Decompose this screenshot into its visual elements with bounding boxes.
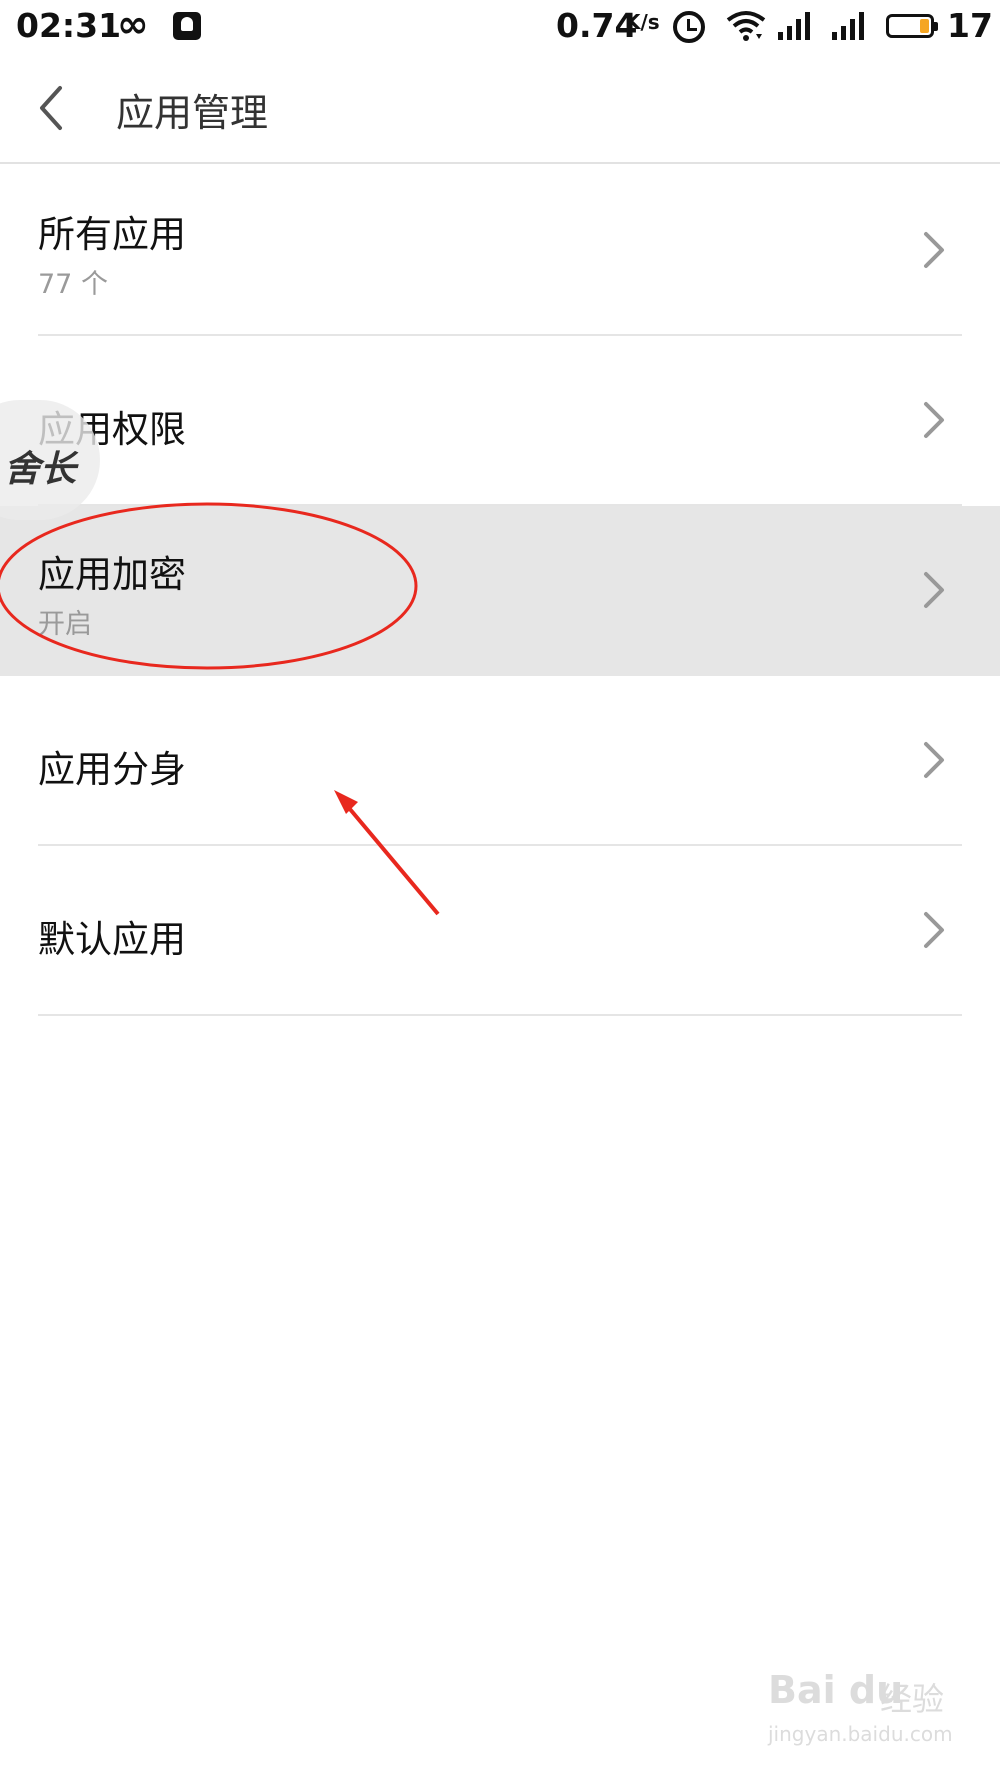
wifi-icon	[726, 11, 766, 41]
back-arrow-icon[interactable]	[28, 80, 78, 136]
signal-icon-sim1	[778, 12, 810, 40]
chevron-right-icon	[924, 402, 944, 438]
status-time: 02:31	[16, 6, 122, 45]
chevron-right-icon	[924, 232, 944, 268]
page-title: 应用管理	[116, 91, 269, 135]
list-item-all-apps[interactable]: 所有应用 77 个	[0, 166, 1000, 336]
app-header: 应用管理	[0, 52, 1000, 164]
battery-level	[920, 19, 929, 33]
list-item-title: 所有应用	[38, 213, 186, 256]
baidu-jingyan-text: 经验	[880, 1680, 945, 1718]
list-item-subtitle: 77 个	[38, 269, 108, 300]
baidu-watermark: Bai du 经验 jingyan.baidu.com	[768, 1668, 968, 1748]
list-item-app-encryption[interactable]: 应用加密 开启	[0, 506, 1000, 676]
network-speed-unit: K/s	[625, 10, 660, 34]
baidu-logo: Bai du	[768, 1668, 904, 1712]
list-item-title: 应用分身	[38, 748, 186, 791]
chevron-right-icon	[924, 912, 944, 948]
baidu-url: jingyan.baidu.com	[768, 1722, 953, 1746]
status-bar: 02:31 ∞ 0.74 K/s 17	[0, 0, 1000, 52]
chevron-right-icon	[924, 572, 944, 608]
infinity-icon: ∞	[117, 2, 149, 46]
list-item-default-apps[interactable]: 默认应用	[0, 846, 1000, 1016]
chevron-right-icon	[924, 742, 944, 778]
list-item-title: 应用加密	[38, 553, 186, 596]
list-item-app-clone[interactable]: 应用分身	[0, 676, 1000, 846]
signal-icon-sim2	[832, 12, 864, 40]
list-item-app-permissions[interactable]: 应用权限	[0, 336, 1000, 506]
divider	[38, 1014, 962, 1016]
list-item-subtitle: 开启	[38, 609, 92, 640]
battery-percent: 17	[947, 6, 993, 45]
notification-bell-icon	[173, 12, 201, 40]
battery-icon	[886, 14, 938, 38]
list-item-title: 默认应用	[38, 918, 186, 961]
alarm-icon	[673, 11, 705, 43]
list-item-title: 应用权限	[38, 408, 186, 451]
